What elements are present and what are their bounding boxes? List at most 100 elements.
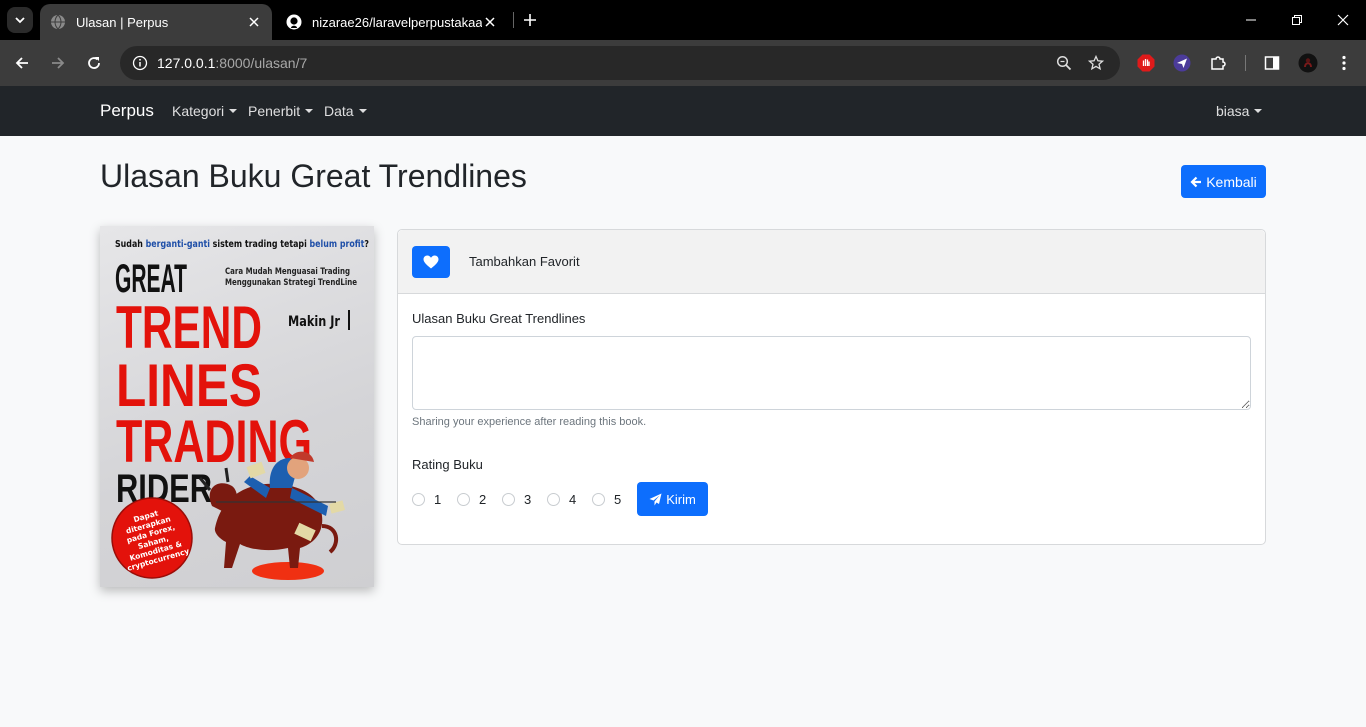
- caret-down-icon: [1254, 109, 1263, 113]
- reload-icon: [88, 57, 100, 69]
- site-info-button[interactable]: [128, 51, 152, 75]
- caret-down-icon: [358, 109, 367, 113]
- plus-icon: [524, 14, 536, 26]
- profile-button[interactable]: [1297, 52, 1319, 74]
- cover-author-bar: [348, 310, 350, 330]
- zoom-button[interactable]: [1054, 53, 1074, 73]
- forward-button[interactable]: [44, 49, 72, 77]
- close-window-button[interactable]: [1320, 0, 1366, 40]
- new-tab-button[interactable]: [520, 10, 540, 30]
- stop-hand-icon: [1137, 54, 1155, 72]
- cover-subtitle-1: Cara Mudah Menguasai Trading: [225, 267, 350, 277]
- star-icon: [1088, 55, 1104, 71]
- github-icon: [286, 14, 302, 30]
- tab-ulasan[interactable]: Ulasan | Perpus: [40, 4, 272, 40]
- back-label: Kembali: [1206, 173, 1257, 190]
- chrome-menu-button[interactable]: [1333, 52, 1355, 74]
- browser-tabstrip: Ulasan | Perpus nizarae26/laravelperpust…: [0, 0, 1366, 40]
- arrow-right-icon: [52, 57, 65, 69]
- book-cover: Sudah berganti-ganti sistem trading teta…: [100, 226, 374, 587]
- back-link-button[interactable]: Kembali: [1181, 165, 1266, 198]
- close-tab-icon[interactable]: [482, 14, 498, 30]
- navbar-brand[interactable]: Perpus: [100, 101, 154, 121]
- address-bar[interactable]: 127.0.0.1:8000/ulasan/7: [120, 46, 1120, 80]
- tab-search-button[interactable]: [7, 7, 33, 33]
- url-host: 127.0.0.1: [157, 55, 216, 71]
- heart-icon: [423, 255, 439, 269]
- nav-label: Data: [324, 103, 354, 119]
- reload-button[interactable]: [80, 49, 108, 77]
- minimize-button[interactable]: [1228, 0, 1274, 40]
- rating-label: Rating Buku: [412, 457, 483, 472]
- close-icon: [1337, 14, 1349, 26]
- nav-dropdown-data[interactable]: Data: [324, 103, 367, 119]
- globe-icon: [51, 14, 65, 30]
- side-panel-icon: [1264, 56, 1280, 70]
- paper-plane-icon: [1173, 54, 1191, 72]
- caret-down-icon: [229, 109, 238, 113]
- radio-button[interactable]: [412, 493, 425, 506]
- rating-value: 2: [479, 492, 487, 507]
- tab-github[interactable]: nizarae26/laravelperpustakaan: [276, 4, 508, 40]
- browser-toolbar: 127.0.0.1:8000/ulasan/7: [0, 40, 1366, 86]
- back-button[interactable]: [8, 49, 36, 77]
- url-path: :8000/ulasan/7: [215, 55, 308, 71]
- url-text[interactable]: 127.0.0.1:8000/ulasan/7: [157, 55, 307, 71]
- favorite-button[interactable]: [412, 246, 450, 278]
- rating-option-4[interactable]: 4: [547, 492, 576, 507]
- rating-option-2[interactable]: 2: [457, 492, 486, 507]
- info-icon: [132, 55, 148, 71]
- user-dropdown[interactable]: biasa: [1216, 103, 1263, 119]
- rating-option-1[interactable]: 1: [412, 492, 441, 507]
- review-card: Tambahkan Favorit Ulasan Buku Great Tren…: [397, 229, 1266, 545]
- cover-subtitle-2: Menggunakan Strategi TrendLine: [225, 278, 357, 288]
- nav-label: Kategori: [172, 103, 225, 119]
- extension-send-button[interactable]: [1171, 52, 1193, 74]
- radio-button[interactable]: [502, 493, 515, 506]
- minimize-icon: [1246, 19, 1256, 21]
- bookmark-button[interactable]: [1086, 53, 1106, 73]
- close-tab-icon[interactable]: [246, 14, 262, 30]
- side-panel-button[interactable]: [1261, 52, 1283, 74]
- caret-down-icon: [305, 109, 314, 113]
- cover-tagline: Sudah berganti-ganti sistem trading teta…: [115, 239, 369, 250]
- radio-button[interactable]: [547, 493, 560, 506]
- paper-plane-icon: [649, 493, 662, 505]
- kebab-menu-icon: [1342, 55, 1346, 71]
- review-textarea[interactable]: [412, 336, 1251, 410]
- cover-badge: Dapat diterapkan pada Forex, Saham, Komo…: [111, 497, 193, 579]
- rating-value: 1: [434, 492, 442, 507]
- tab-separator: [513, 12, 514, 28]
- submit-review-button[interactable]: Kirim: [637, 482, 708, 516]
- arrow-left-icon: [1190, 176, 1202, 187]
- rating-value: 5: [614, 492, 622, 507]
- user-name: biasa: [1216, 103, 1250, 119]
- toolbar-separator: [1245, 55, 1246, 71]
- site-navbar: Perpus Kategori Penerbit Data biasa: [0, 86, 1366, 136]
- rating-value: 4: [569, 492, 577, 507]
- extensions-button[interactable]: [1207, 52, 1229, 74]
- rating-option-5[interactable]: 5: [592, 492, 621, 507]
- extension-adblock-button[interactable]: [1135, 52, 1157, 74]
- radio-button[interactable]: [457, 493, 470, 506]
- book-cover-art: Sudah berganti-ganti sistem trading teta…: [111, 239, 369, 580]
- submit-label: Kirim: [666, 491, 696, 507]
- nav-dropdown-penerbit[interactable]: Penerbit: [248, 103, 314, 119]
- rating-option-3[interactable]: 3: [502, 492, 531, 507]
- restore-icon: [1292, 15, 1302, 25]
- nav-dropdown-kategori[interactable]: Kategori: [172, 103, 238, 119]
- rating-value: 3: [524, 492, 532, 507]
- nav-label: Penerbit: [248, 103, 301, 119]
- tab-title: nizarae26/laravelperpustakaan: [312, 14, 482, 30]
- tab-title: Ulasan | Perpus: [76, 14, 169, 30]
- favorite-label: Tambahkan Favorit: [469, 254, 580, 269]
- review-help-text: Sharing your experience after reading th…: [412, 416, 647, 428]
- arrow-left-icon: [15, 57, 28, 69]
- radio-button[interactable]: [592, 493, 605, 506]
- avatar-icon: [1298, 53, 1318, 73]
- cover-author: Makin Jr: [288, 314, 340, 330]
- restore-button[interactable]: [1274, 0, 1320, 40]
- card-header: Tambahkan Favorit: [398, 230, 1265, 294]
- magnifier-icon: [1056, 55, 1072, 71]
- review-label: Ulasan Buku Great Trendlines: [412, 311, 586, 326]
